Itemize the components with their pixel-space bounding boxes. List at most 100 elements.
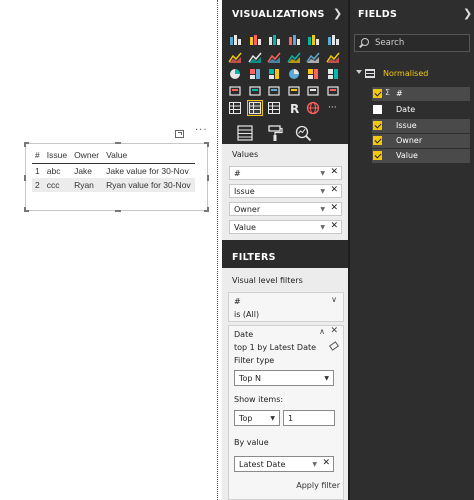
column-header[interactable]: Value	[103, 148, 195, 164]
field-item-issue[interactable]: Issue	[372, 119, 470, 133]
format-tab[interactable]	[266, 124, 284, 142]
column-header[interactable]: Owner	[71, 148, 104, 164]
matrix-icon[interactable]	[267, 101, 281, 115]
filter-card-date[interactable]: Date ∧ ✕ top 1 by Latest Date Filter typ…	[228, 325, 344, 500]
gauge-icon[interactable]	[267, 84, 281, 98]
filter-type-select[interactable]: Top N ▼	[234, 370, 334, 386]
stacked-area-chart-icon[interactable]	[267, 50, 281, 64]
area-chart-icon[interactable]	[247, 50, 262, 64]
field-label: Owner	[396, 136, 423, 145]
scatter-chart-icon[interactable]	[248, 67, 262, 81]
analytics-tab[interactable]	[294, 124, 312, 142]
search-box[interactable]	[354, 34, 470, 52]
column-header[interactable]: #	[32, 148, 44, 164]
kpi-icon[interactable]	[326, 84, 340, 98]
stacked-bar-chart-icon[interactable]	[228, 33, 242, 47]
resize-handle-left[interactable]	[24, 175, 26, 181]
show-items-count-value: 1	[288, 414, 294, 423]
close-icon[interactable]: ✕	[330, 185, 338, 195]
pie-chart-icon[interactable]	[267, 67, 281, 81]
chevron-down-icon[interactable]: ▼	[312, 461, 317, 468]
focus-mode-icon[interactable]	[175, 130, 184, 138]
chevron-right-icon[interactable]: ❯	[463, 7, 473, 20]
values-well-item[interactable]: # ▼ ✕	[229, 166, 342, 180]
chevron-down-icon[interactable]: ▼	[320, 188, 325, 195]
clustered-column-chart-icon[interactable]	[287, 33, 301, 47]
more-visuals-icon[interactable]: ···	[326, 101, 340, 115]
chevron-down-icon[interactable]: ▼	[320, 224, 325, 231]
values-well-item[interactable]: Value ▼ ✕	[229, 220, 342, 234]
field-item-owner[interactable]: Owner	[372, 134, 470, 148]
checkbox-checked[interactable]	[373, 151, 382, 160]
waterfall-chart-icon[interactable]	[228, 67, 242, 81]
report-canvas[interactable]: ··· # Issue Owner Value 1 abc Jake Jake …	[0, 0, 216, 500]
100-stacked-column-chart-icon[interactable]	[326, 33, 340, 47]
filled-map-icon[interactable]	[228, 84, 242, 98]
column-header[interactable]: Issue	[43, 148, 72, 164]
by-value-label: By value	[234, 438, 269, 447]
field-item-date[interactable]: Date	[372, 103, 470, 117]
table-node-normalised[interactable]: Normalised	[354, 67, 472, 81]
line-and-clustered-column-chart-icon[interactable]	[306, 50, 320, 64]
funnel-icon[interactable]	[248, 84, 262, 98]
by-value-field-label: Latest Date	[239, 460, 286, 469]
more-options-icon[interactable]: ···	[195, 125, 208, 136]
close-icon[interactable]: ✕	[322, 458, 330, 468]
well-field-label: Issue	[234, 187, 255, 196]
field-item-number[interactable]: Σ #	[372, 87, 470, 101]
chevron-down-icon: ▼	[270, 415, 275, 422]
resize-handle-bottom-left[interactable]	[24, 207, 29, 212]
globe-map-icon[interactable]	[306, 101, 320, 115]
checkbox-checked[interactable]	[373, 89, 382, 98]
table-visual[interactable]: # Issue Owner Value 1 abc Jake Jake valu…	[24, 142, 209, 212]
line-chart-icon[interactable]	[228, 50, 242, 64]
values-well-item[interactable]: Owner ▼ ✕	[229, 202, 342, 216]
field-item-value[interactable]: Value	[372, 149, 470, 163]
resize-handle-bottom[interactable]	[115, 210, 121, 212]
checkbox-checked[interactable]	[373, 121, 382, 130]
fields-tab[interactable]	[233, 124, 257, 146]
show-items-direction-select[interactable]: Top ▼	[234, 410, 280, 426]
resize-handle-top-right[interactable]	[204, 142, 209, 147]
by-value-field-well[interactable]: Latest Date ▼ ✕	[234, 456, 334, 472]
values-well-item[interactable]: Issue ▼ ✕	[229, 184, 342, 198]
stacked-column-chart-icon[interactable]	[248, 33, 262, 47]
resize-handle-right[interactable]	[207, 175, 209, 181]
table-cell: Ryan value for 30-Nov	[103, 178, 195, 192]
close-icon[interactable]: ✕	[330, 326, 338, 336]
search-input[interactable]	[375, 36, 465, 50]
ribbon-chart-icon[interactable]	[325, 50, 340, 64]
chevron-right-icon[interactable]: ❯	[333, 7, 343, 20]
resize-handle-top-left[interactable]	[24, 142, 29, 147]
table-row: 1 abc Jake Jake value for 30-Nov	[32, 163, 195, 178]
eraser-icon[interactable]	[329, 341, 339, 351]
close-icon[interactable]: ✕	[330, 203, 338, 213]
close-icon[interactable]: ✕	[330, 221, 338, 231]
clustered-bar-chart-icon[interactable]	[267, 33, 281, 47]
resize-handle-top[interactable]	[115, 142, 121, 144]
multi-row-card-icon[interactable]	[287, 84, 301, 98]
filter-card-number[interactable]: # is (All) ∨	[228, 292, 344, 322]
resize-handle-bottom-right[interactable]	[204, 207, 209, 212]
donut-chart-icon[interactable]	[287, 67, 301, 81]
checkbox-unchecked[interactable]	[373, 105, 382, 114]
chevron-down-icon[interactable]: ▼	[320, 170, 325, 177]
chevron-down-icon[interactable]: ▼	[320, 206, 325, 213]
show-items-count-input[interactable]: 1	[283, 410, 335, 426]
100-stacked-bar-chart-icon[interactable]	[306, 33, 320, 47]
line-and-stacked-column-chart-icon[interactable]	[286, 50, 301, 64]
values-label: Values	[232, 150, 259, 159]
filters-title: FILTERS	[232, 252, 276, 263]
close-icon[interactable]: ✕	[330, 167, 338, 177]
checkbox-checked[interactable]	[373, 136, 382, 145]
treemap-icon[interactable]	[306, 67, 320, 81]
table-icon[interactable]	[246, 100, 263, 116]
map-icon[interactable]	[326, 67, 340, 81]
chevron-down-icon[interactable]: ∨	[331, 295, 337, 304]
expand-caret-icon[interactable]	[356, 70, 362, 74]
slicer-icon[interactable]	[228, 101, 242, 115]
card-icon[interactable]	[306, 84, 320, 98]
apply-filter-button[interactable]: Apply filter	[296, 481, 340, 490]
chevron-up-icon[interactable]: ∧	[319, 327, 325, 336]
r-script-visual-icon[interactable]: R	[287, 101, 301, 115]
